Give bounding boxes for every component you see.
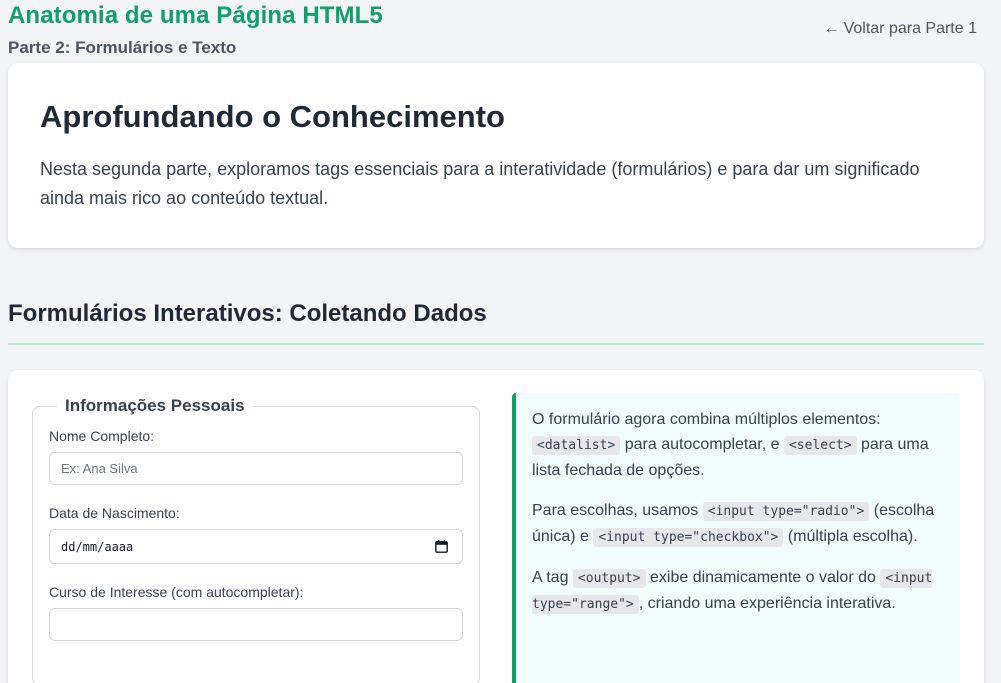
name-input[interactable] [49, 452, 463, 485]
name-field-group: Nome Completo: [49, 428, 463, 485]
info-paragraph-datalist: O formulário agora combina múltiplos ele… [532, 407, 944, 483]
course-field-group: Curso de Interesse (com autocompletar): [49, 584, 463, 641]
arrow-left-icon: ← [823, 20, 840, 37]
fieldset-legend: Informações Pessoais [65, 396, 245, 415]
section-divider [8, 343, 984, 345]
code-datalist: <datalist> [532, 436, 621, 455]
form-card: Informações Pessoais Nome Completo: Data… [8, 370, 984, 683]
section-heading: Formulários Interativos: Coletando Dados [8, 300, 487, 327]
name-label: Nome Completo: [49, 428, 155, 444]
info-text: , criando uma experiência interativa. [638, 595, 896, 612]
code-input-checkbox: <input type="checkbox"> [593, 528, 784, 547]
info-panel: O formulário agora combina múltiplos ele… [512, 393, 960, 683]
page: Anatomia de uma Página HTML5 Parte 2: Fo… [0, 0, 1001, 683]
code-select: <select> [783, 436, 857, 455]
info-text: (múltipla escolha). [783, 528, 918, 545]
info-text: A tag [532, 569, 573, 586]
personal-info-fieldset: Informações Pessoais Nome Completo: Data… [32, 396, 480, 683]
intro-heading: Aprofundando o Conhecimento [40, 99, 505, 134]
site-title: Anatomia de uma Página HTML5 [8, 2, 383, 29]
course-input[interactable] [49, 608, 463, 641]
code-input-radio: <input type="radio"> [702, 502, 870, 521]
birth-field-group: Data de Nascimento: dd/mm/aaaa [49, 505, 463, 564]
info-text: para autocompletar, e [620, 436, 784, 453]
birth-date-input[interactable]: dd/mm/aaaa [49, 529, 463, 564]
intro-text: Nesta segunda parte, exploramos tags ess… [40, 159, 920, 208]
back-link-label: Voltar para Parte 1 [843, 20, 977, 37]
info-text: Para escolhas, usamos [532, 502, 703, 519]
info-text: O formulário agora combina múltiplos ele… [532, 411, 881, 428]
code-output: <output> [572, 569, 646, 588]
intro-card: Aprofundando o Conhecimento Nesta segund… [8, 63, 984, 248]
course-label: Curso de Interesse (com autocompletar): [49, 584, 304, 600]
site-subtitle: Parte 2: Formulários e Texto [8, 38, 237, 57]
info-paragraph-output: A tag <output> exibe dinamicamente o val… [532, 565, 944, 617]
back-link[interactable]: ← Voltar para Parte 1 [824, 20, 977, 38]
birth-label: Data de Nascimento: [49, 505, 180, 521]
info-paragraph-choices: Para escolhas, usamos <input type="radio… [532, 498, 944, 550]
calendar-icon[interactable] [435, 540, 448, 553]
info-text: exibe dinamicamente o valor do [645, 569, 881, 586]
birth-date-value: dd/mm/aaaa [61, 539, 134, 554]
